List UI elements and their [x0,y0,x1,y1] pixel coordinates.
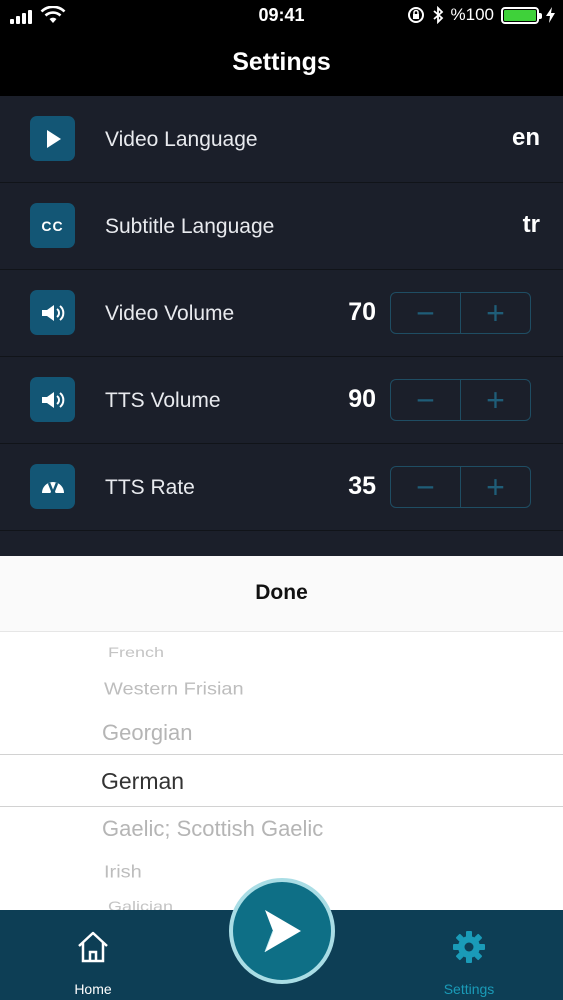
tab-home-label: Home [74,981,112,997]
decrement-button[interactable]: − [391,467,460,507]
increment-button[interactable]: + [460,380,530,420]
setting-value: en [511,124,540,151]
navigation-bar: Settings [0,32,563,96]
setting-label: Video Volume [105,302,235,325]
bluetooth-icon [432,6,443,24]
play-icon [264,910,301,953]
tab-settings-label: Settings [443,981,495,997]
status-bar: 09:41 %100 [0,0,563,32]
setting-row-video-volume: Video Volume 70 − + [0,270,563,357]
speedometer-icon [30,464,75,509]
setting-label: TTS Volume [105,389,221,412]
setting-value: 90 [348,385,376,413]
picker-option[interactable]: Gaelic; Scottish Gaelic [102,816,323,842]
language-picker-wheel[interactable]: French Western Frisian Georgian German G… [0,632,563,910]
picker-option[interactable]: Galician [108,898,173,910]
page-title: Settings [232,48,331,76]
tab-home[interactable]: Home [33,910,153,1000]
picker-option[interactable]: Irish [104,862,142,882]
settings-list: Video Language en CC Subtitle Language t… [0,96,563,556]
battery-icon [501,6,542,24]
language-picker-sheet: Done French Western Frisian Georgian Ger… [0,556,563,910]
volume-stepper: − + [390,379,531,421]
picker-option[interactable]: French [108,644,164,660]
status-right: %100 [407,5,555,25]
picker-toolbar: Done [0,556,563,632]
gear-icon [453,931,485,963]
speaker-icon [30,377,75,422]
orientation-lock-icon [407,7,424,23]
picker-option[interactable]: Western Frisian [104,679,244,699]
play-icon [30,116,75,161]
cc-icon: CC [30,203,75,248]
rate-stepper: − + [390,466,531,508]
setting-label: TTS Rate [105,476,195,499]
setting-label: Video Language [105,128,258,151]
picker-selection-top-line [0,754,563,755]
picker-option[interactable]: Georgian [102,720,193,746]
setting-label: Subtitle Language [105,215,275,238]
speaker-icon [30,290,75,335]
setting-value: 70 [348,298,376,326]
tab-settings[interactable]: Settings [409,910,529,1000]
setting-value: 35 [348,472,376,500]
charging-icon [546,7,555,23]
picker-selection-bottom-line [0,806,563,807]
picker-selected-option[interactable]: German [101,768,184,795]
increment-button[interactable]: + [460,293,530,333]
setting-row-tts-rate: TTS Rate 35 − + [0,444,563,531]
cc-icon-text: CC [41,217,64,234]
play-button[interactable] [229,878,335,984]
setting-row-subtitle-language[interactable]: CC Subtitle Language tr [0,183,563,270]
setting-value: tr [522,211,540,238]
setting-row-video-language[interactable]: Video Language en [0,96,563,183]
volume-stepper: − + [390,292,531,334]
decrement-button[interactable]: − [391,380,460,420]
battery-percent: %100 [450,5,494,24]
done-button[interactable]: Done [0,581,563,605]
setting-row-tts-volume: TTS Volume 90 − + [0,357,563,444]
increment-button[interactable]: + [460,467,530,507]
home-icon [78,931,108,963]
decrement-button[interactable]: − [391,293,460,333]
